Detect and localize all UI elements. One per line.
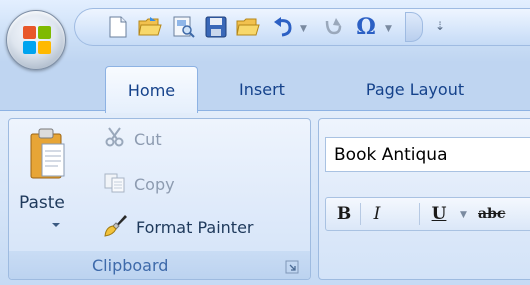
copy-icon xyxy=(104,171,126,197)
cut-button[interactable]: Cut xyxy=(104,125,162,153)
undo-icon[interactable] xyxy=(271,14,297,40)
save-icon[interactable] xyxy=(203,14,229,40)
tab-insert[interactable]: Insert xyxy=(214,68,310,110)
paintbrush-icon xyxy=(104,213,128,241)
underline-dropdown-icon[interactable]: ▼ xyxy=(460,210,467,220)
undo-dropdown-icon[interactable]: ▼ xyxy=(300,24,307,34)
quick-access-toolbar: ▼ Ω ▼ ⇣ xyxy=(74,8,530,46)
qat-end-cap xyxy=(405,12,423,42)
dialog-launcher-icon[interactable] xyxy=(285,259,299,274)
new-document-icon[interactable] xyxy=(105,14,131,40)
tab-home[interactable]: Home xyxy=(105,66,198,113)
strikethrough-button[interactable]: abc xyxy=(478,200,523,228)
scissors-icon xyxy=(104,126,126,152)
office-logo-icon xyxy=(23,26,51,54)
cut-label: Cut xyxy=(134,129,162,149)
paste-icon xyxy=(30,128,66,184)
open-folder-icon[interactable] xyxy=(137,14,163,40)
symbol-omega-icon[interactable]: Ω xyxy=(351,14,381,40)
paste-label: Paste xyxy=(19,193,65,213)
redo-icon xyxy=(319,14,345,40)
underline-button[interactable]: U xyxy=(426,200,452,228)
tab-page-layout-label: Page Layout xyxy=(365,79,465,99)
tab-home-label: Home xyxy=(127,80,176,100)
tab-page-layout[interactable]: Page Layout xyxy=(335,68,495,110)
format-painter-button[interactable]: Format Painter xyxy=(104,213,253,241)
open-icon[interactable] xyxy=(235,14,261,40)
format-painter-label: Format Painter xyxy=(136,217,254,237)
print-preview-icon[interactable] xyxy=(171,14,197,40)
tab-insert-label: Insert xyxy=(239,79,285,99)
office-button[interactable] xyxy=(6,10,66,70)
italic-button[interactable]: I xyxy=(364,200,390,228)
font-name-input[interactable]: Book Antiqua xyxy=(325,137,530,172)
customize-qat-icon[interactable]: ⇣ xyxy=(435,19,445,33)
clipboard-group-label: Clipboard xyxy=(92,256,169,275)
copy-button[interactable]: Copy xyxy=(104,170,175,198)
symbol-dropdown-icon[interactable]: ▼ xyxy=(385,24,392,34)
copy-label: Copy xyxy=(134,174,175,194)
paste-dropdown-icon[interactable] xyxy=(52,223,60,227)
format-separator xyxy=(419,203,420,225)
bold-button[interactable]: B xyxy=(331,200,357,228)
format-separator xyxy=(360,203,361,225)
